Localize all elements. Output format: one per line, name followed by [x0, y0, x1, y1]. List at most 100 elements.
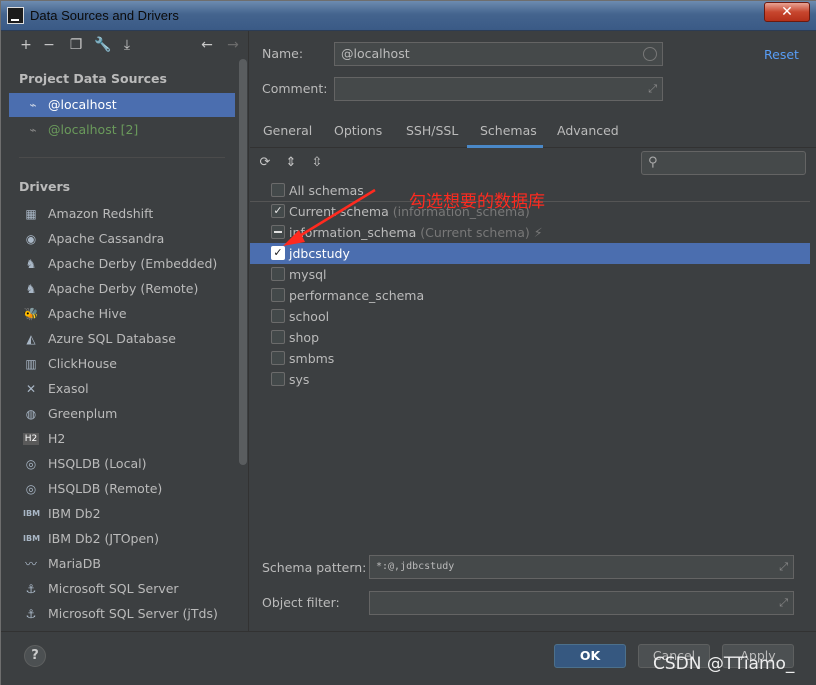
driver-item[interactable]: ⚓ Microsoft SQL Server: [9, 576, 235, 601]
tab-ssh-ssl[interactable]: SSH/SSL: [406, 123, 458, 149]
annotation-arrow-icon: [283, 188, 376, 246]
driver-item[interactable]: IBM IBM Db2 (JTOpen): [9, 526, 235, 551]
close-button[interactable]: ✕: [764, 2, 810, 22]
schema-search-input[interactable]: ⚲: [641, 151, 806, 175]
redshift-icon: ▦: [25, 207, 37, 221]
schema-row-shop[interactable]: shop: [250, 327, 810, 348]
driver-label: Apache Hive: [48, 306, 127, 321]
checkbox[interactable]: [271, 309, 285, 323]
driver-label: Greenplum: [48, 406, 118, 421]
object-filter-field[interactable]: ⤢: [369, 591, 794, 615]
driver-item[interactable]: H2 H2: [9, 426, 235, 451]
expand-icon[interactable]: ⤢: [648, 78, 657, 100]
driver-item[interactable]: ♞ Apache Derby (Remote): [9, 276, 235, 301]
drivers-heading: Drivers: [19, 179, 71, 194]
driver-item[interactable]: ◉ Apache Cassandra: [9, 226, 235, 251]
checkbox[interactable]: [271, 351, 285, 365]
driver-item[interactable]: ▥ ClickHouse: [9, 351, 235, 376]
schema-label: school: [289, 309, 330, 324]
mariadb-icon: 〰: [24, 557, 37, 571]
expand-all-icon[interactable]: ⇕: [283, 155, 299, 171]
driver-label: Azure SQL Database: [48, 331, 176, 346]
cassandra-icon: ◉: [25, 232, 37, 246]
dialog-footer: ? OK Cancel Apply CSDN @TTiamo_: [1, 631, 816, 685]
hsqldb-icon: ◎: [25, 482, 37, 496]
driver-label: Apache Cassandra: [48, 231, 165, 246]
expand-icon[interactable]: ⤢: [779, 556, 788, 578]
datasource-icon: ⌁: [29, 98, 37, 112]
schema-row-performance-schema[interactable]: performance_schema: [250, 285, 810, 306]
schema-pattern-label: Schema pattern:: [262, 560, 367, 575]
color-circle-icon[interactable]: [643, 47, 657, 61]
tab-general[interactable]: General: [263, 123, 312, 149]
h2-icon: H2: [23, 433, 39, 445]
duplicate-icon[interactable]: ❐: [68, 37, 84, 53]
exasol-icon: ✕: [25, 382, 37, 396]
clickhouse-icon: ▥: [25, 357, 37, 371]
watermark: CSDN @TTiamo_: [653, 654, 795, 674]
driver-label: HSQLDB (Local): [48, 456, 147, 471]
reset-link[interactable]: Reset: [764, 47, 799, 62]
datasource-localhost-2[interactable]: ⌁ @localhost [2]: [9, 118, 235, 142]
checkbox[interactable]: [271, 267, 285, 281]
remove-icon[interactable]: −: [41, 37, 57, 53]
derby-icon: ♞: [25, 257, 37, 271]
driver-item[interactable]: IBM IBM Db2: [9, 501, 235, 526]
annotation-text: 勾选想要的数据库: [409, 192, 545, 212]
driver-item[interactable]: ✕ Exasol: [9, 376, 235, 401]
driver-item[interactable]: ◎ HSQLDB (Remote): [9, 476, 235, 501]
driver-item[interactable]: ♞ Apache Derby (Embedded): [9, 251, 235, 276]
schema-row-smbms[interactable]: smbms: [250, 348, 810, 369]
tab-options[interactable]: Options: [334, 123, 382, 149]
tab-advanced[interactable]: Advanced: [557, 123, 619, 149]
driver-label: H2: [48, 431, 66, 446]
schema-row-school[interactable]: school: [250, 306, 810, 327]
detail-pane: Name: @localhost Reset Comment: ⤢ Genera…: [250, 31, 816, 631]
project-sources-heading: Project Data Sources: [19, 71, 167, 86]
refresh-icon[interactable]: ⟳: [257, 155, 273, 171]
schema-row-mysql[interactable]: mysql: [250, 264, 810, 285]
dialog-window: Data Sources and Drivers ✕ + − ❐ 🔧 ⤓ ← →…: [0, 0, 816, 685]
driver-item[interactable]: ▦ Amazon Redshift: [9, 201, 235, 226]
ok-button[interactable]: OK: [554, 644, 626, 668]
datasource-localhost[interactable]: ⌁ @localhost: [9, 93, 235, 117]
driver-item[interactable]: ◎ HSQLDB (Local): [9, 451, 235, 476]
datasource-label: @localhost [2]: [48, 122, 139, 137]
checkbox[interactable]: [271, 330, 285, 344]
expand-icon[interactable]: ⤢: [779, 592, 788, 614]
name-field[interactable]: @localhost: [334, 42, 663, 66]
azure-icon: ◭: [26, 332, 36, 346]
import-icon[interactable]: ⤓: [119, 37, 135, 53]
driver-label: ClickHouse: [48, 356, 117, 371]
checkbox[interactable]: [271, 288, 285, 302]
schema-label: shop: [289, 330, 320, 345]
driver-item[interactable]: 〰 MariaDB: [9, 551, 235, 576]
driver-item[interactable]: ◭ Azure SQL Database: [9, 326, 235, 351]
driver-label: Exasol: [48, 381, 89, 396]
schema-pattern-field[interactable]: *:@,jdbcstudy ⤢: [369, 555, 794, 579]
driver-label: Amazon Redshift: [48, 206, 154, 221]
checkbox[interactable]: [271, 372, 285, 386]
mssql-icon: ⚓: [25, 582, 37, 596]
intellij-app-icon: [7, 7, 24, 24]
driver-label: Apache Derby (Embedded): [48, 256, 218, 271]
object-filter-label: Object filter:: [262, 595, 340, 610]
title-bar: Data Sources and Drivers ✕: [1, 1, 816, 31]
driver-item[interactable]: ◍ Greenplum: [9, 401, 235, 426]
forward-icon[interactable]: →: [225, 37, 241, 53]
help-button[interactable]: ?: [24, 645, 46, 667]
sidebar-scrollbar[interactable]: [239, 59, 247, 465]
search-icon: ⚲: [648, 155, 658, 170]
divider: [19, 157, 225, 158]
driver-item[interactable]: ⚓ Microsoft SQL Server (jTds): [9, 601, 235, 626]
mssql-icon: ⚓: [25, 607, 37, 621]
driver-item[interactable]: 🐝 Apache Hive: [9, 301, 235, 326]
wrench-icon[interactable]: 🔧: [94, 37, 111, 53]
back-icon[interactable]: ←: [199, 37, 215, 53]
collapse-all-icon[interactable]: ⇳: [309, 155, 325, 171]
add-icon[interactable]: +: [18, 37, 34, 53]
derby-icon: ♞: [25, 282, 37, 296]
comment-field[interactable]: ⤢: [334, 77, 663, 101]
schema-row-sys[interactable]: sys: [250, 369, 810, 390]
schema-label: sys: [289, 372, 310, 387]
